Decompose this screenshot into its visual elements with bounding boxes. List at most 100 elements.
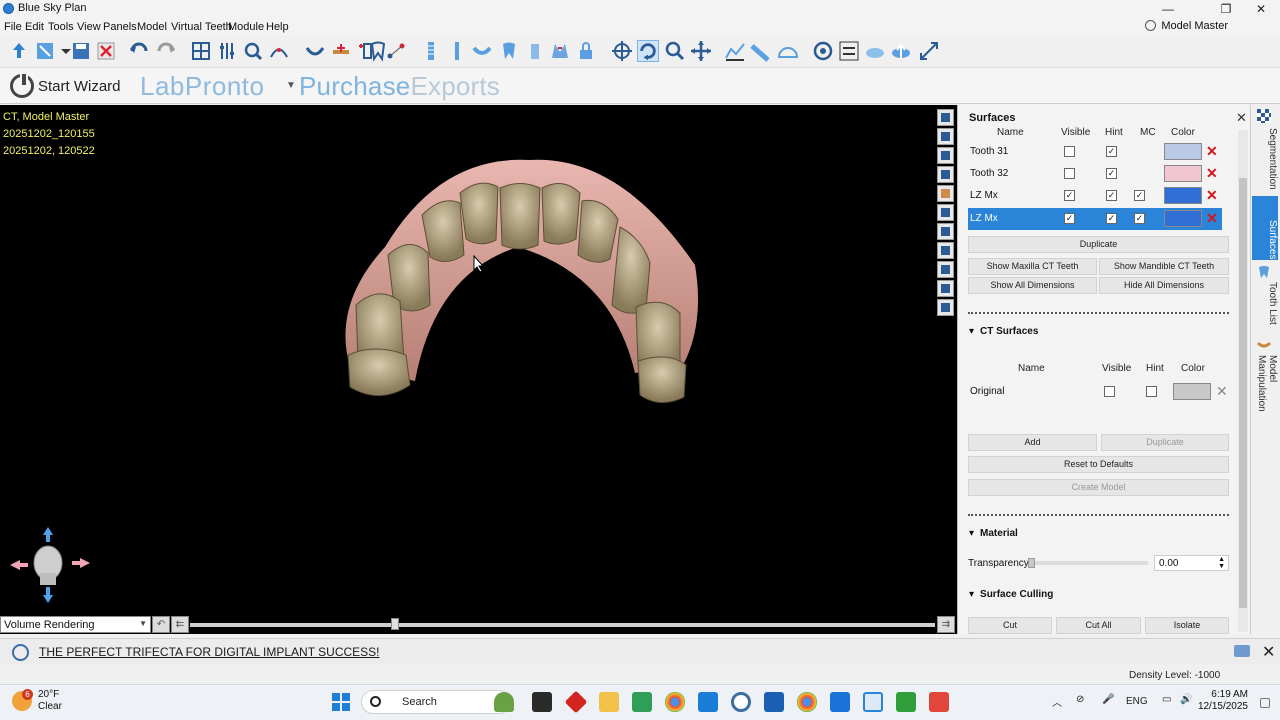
surface-row-selected[interactable]: LZ Mx ✓ ✓ ✓ ✕ <box>968 208 1222 230</box>
purchase-exports-button[interactable]: PurchaseExports <box>299 71 500 102</box>
add-button[interactable]: Add <box>968 434 1097 451</box>
color-swatch[interactable] <box>1164 187 1202 204</box>
reset-view-icon[interactable] <box>812 40 834 62</box>
measure-points-icon[interactable] <box>385 40 407 62</box>
menu-help[interactable]: Help <box>266 21 289 33</box>
file-explorer-icon[interactable] <box>599 692 619 712</box>
labpronto-button[interactable]: LabPronto <box>140 71 264 102</box>
show-mandible-ct-teeth-button[interactable]: Show Mandible CT Teeth <box>1099 258 1229 275</box>
show-maxilla-ct-teeth-button[interactable]: Show Maxilla CT Teeth <box>968 258 1097 275</box>
spin-arrows-icon[interactable]: ▲ ▼ <box>1218 556 1225 570</box>
color-swatch[interactable] <box>1164 210 1202 227</box>
open-icon[interactable] <box>8 40 30 62</box>
settings-sliders-icon[interactable] <box>838 40 860 62</box>
view-face-icon[interactable] <box>937 185 954 202</box>
app-c-red-icon[interactable] <box>929 692 949 712</box>
color-swatch[interactable] <box>1164 143 1202 160</box>
chrome-profile-icon[interactable] <box>797 692 817 712</box>
ct-delete-icon[interactable]: ✕ <box>1216 383 1228 400</box>
hint-checkbox[interactable]: ✓ <box>1106 213 1117 224</box>
material-header[interactable]: Material <box>969 528 1018 539</box>
surface-row[interactable]: LZ Mx ✓ ✓ ✓ ✕ <box>968 185 1222 207</box>
tab-segmentation[interactable]: Segmentation <box>1252 128 1278 190</box>
ct-color-swatch[interactable] <box>1173 383 1211 400</box>
crown-icon[interactable] <box>471 40 493 62</box>
view-target-icon[interactable] <box>937 204 954 221</box>
menu-tools[interactable]: Tools <box>48 21 74 33</box>
view-skull-icon[interactable] <box>937 147 954 164</box>
menu-module[interactable]: Module <box>228 21 264 33</box>
color-swatch[interactable] <box>1164 165 1202 182</box>
pan-icon[interactable] <box>690 40 712 62</box>
cut-all-button[interactable]: Cut All <box>1056 617 1141 634</box>
notification-icon[interactable] <box>1234 645 1250 657</box>
panel-scrollbar-thumb[interactable] <box>1239 178 1247 608</box>
close-window-button[interactable]: ✕ <box>1245 0 1277 18</box>
tooth-icon[interactable] <box>498 40 520 62</box>
start-wizard-button[interactable]: Start Wizard <box>10 72 121 98</box>
taskbar-search[interactable]: Search <box>361 690 511 714</box>
menu-view[interactable]: View <box>77 21 101 33</box>
arch-icon[interactable] <box>304 40 326 62</box>
zoom-tool-icon[interactable] <box>242 40 264 62</box>
slice-slider-thumb[interactable] <box>391 618 399 630</box>
language-indicator[interactable]: ENG <box>1126 696 1148 707</box>
surface-row[interactable]: Tooth 32 ✓ ✕ <box>968 163 1222 185</box>
slice-rewind-button[interactable]: ⇇ <box>171 616 189 633</box>
slice-slider-track[interactable] <box>190 623 935 627</box>
task-view-icon[interactable] <box>532 692 552 712</box>
dental-arch-model[interactable] <box>320 155 720 445</box>
delete-surface-icon[interactable]: ✕ <box>1206 210 1218 227</box>
menu-virtual-teeth[interactable]: Virtual Teeth <box>171 21 232 33</box>
hint-checkbox[interactable]: ✓ <box>1106 168 1117 179</box>
guide-sleeve-icon[interactable] <box>524 40 546 62</box>
microphone-icon[interactable]: 🎤 <box>1102 694 1114 705</box>
slice-forward-button[interactable]: ⇉ <box>937 616 955 633</box>
transparency-spinbox[interactable]: 0.00 ▲ ▼ <box>1154 555 1229 571</box>
app-c-green-icon[interactable] <box>896 692 916 712</box>
delete-surface-icon[interactable]: ✕ <box>1206 187 1218 204</box>
hide-all-dimensions-button[interactable]: Hide All Dimensions <box>1099 277 1229 294</box>
cut-button[interactable]: Cut <box>968 617 1052 634</box>
histogram-icon[interactable] <box>724 40 746 62</box>
curve-tool-icon[interactable] <box>268 40 290 62</box>
delete-surface-icon[interactable]: ✕ <box>1206 143 1218 160</box>
create-model-button[interactable]: Create Model <box>968 479 1229 496</box>
model-master-label[interactable]: Model Master <box>1145 20 1228 32</box>
ct-hint-checkbox[interactable] <box>1146 386 1157 397</box>
view-reset-icon[interactable] <box>937 109 954 126</box>
cloud-icon[interactable] <box>864 40 886 62</box>
add-tooth-icon[interactable] <box>330 40 352 62</box>
tray-chevron-icon[interactable]: ︿ <box>1052 694 1062 709</box>
blue-sky-plan-taskbar-icon[interactable] <box>863 692 883 712</box>
surface-culling-header[interactable]: Surface Culling <box>969 589 1053 600</box>
ct-visible-checkbox[interactable] <box>1104 386 1115 397</box>
app-blue-icon[interactable] <box>698 692 718 712</box>
undo-slice-button[interactable]: ↶ <box>152 616 170 633</box>
checkerboard-icon[interactable] <box>1257 109 1271 123</box>
ct-surfaces-header[interactable]: CT Surfaces <box>969 326 1038 337</box>
view-jaw-icon[interactable] <box>937 166 954 183</box>
view-grid-icon[interactable] <box>937 242 954 259</box>
surface-row[interactable]: Tooth 31 ✓ ✕ <box>968 141 1222 163</box>
hint-checkbox[interactable]: ✓ <box>1106 190 1117 201</box>
promo-close-icon[interactable]: ✕ <box>1262 642 1275 662</box>
abutment-icon[interactable] <box>446 40 468 62</box>
visible-checkbox[interactable] <box>1064 146 1075 157</box>
lock-icon[interactable] <box>575 40 597 62</box>
implant-icon[interactable] <box>420 40 442 62</box>
fullscreen-icon[interactable] <box>918 40 940 62</box>
rotate-tool-button[interactable] <box>637 40 659 62</box>
view-camera-icon[interactable] <box>937 299 954 316</box>
visible-checkbox[interactable] <box>1064 168 1075 179</box>
menu-edit[interactable]: Edit <box>25 21 44 33</box>
import-icon[interactable] <box>34 40 56 62</box>
ct-duplicate-button[interactable]: Duplicate <box>1101 434 1229 451</box>
display-icon[interactable]: ▭ <box>1162 694 1171 705</box>
chrome-icon[interactable] <box>665 692 685 712</box>
visible-checkbox[interactable]: ✓ <box>1064 190 1075 201</box>
magnify-icon[interactable] <box>664 40 686 62</box>
menu-panels[interactable]: Panels <box>103 21 137 33</box>
view-settings-icon[interactable] <box>937 280 954 297</box>
duplicate-button[interactable]: Duplicate <box>968 236 1229 253</box>
